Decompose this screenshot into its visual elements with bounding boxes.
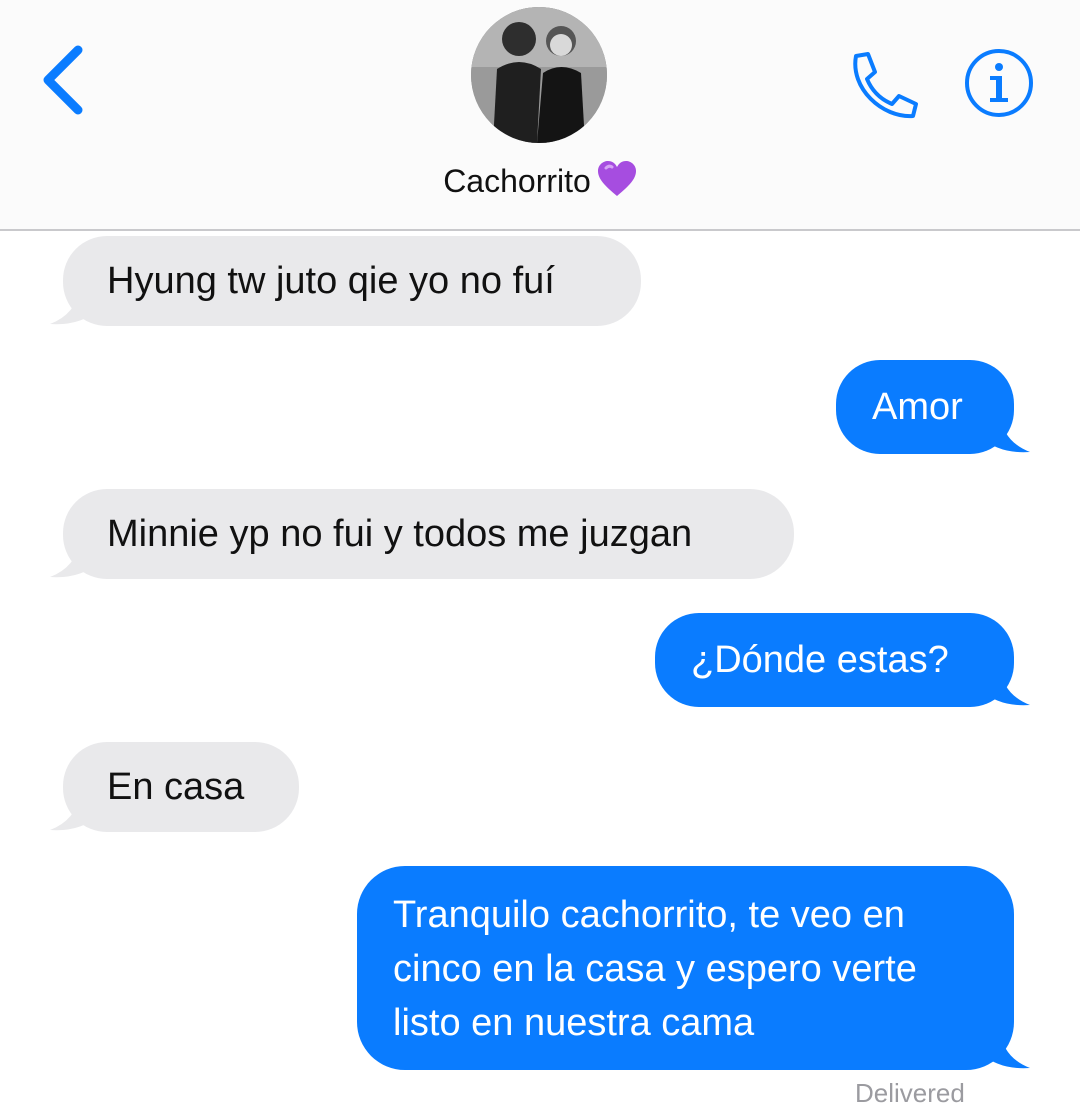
message-text: ¿Dónde estas? (691, 639, 949, 681)
contact-name: Cachorrito (443, 163, 591, 199)
conversation-header: Cachorrito (0, 0, 1080, 231)
message-text: En casa (107, 766, 245, 808)
message-bubble-sent[interactable]: ¿Dónde estas? (655, 613, 1014, 707)
chevron-left-icon (43, 45, 83, 115)
avatar-photo (471, 7, 607, 143)
info-icon (965, 49, 1033, 117)
message-text: Minnie yp no fui y todos me juzgan (107, 513, 693, 555)
message-bubble-sent[interactable]: Amor (836, 360, 1014, 454)
message-bubble-received[interactable]: En casa (63, 742, 299, 832)
message-text: Hyung tw juto qie yo no fuí (107, 260, 555, 302)
contact-name-row[interactable]: Cachorrito (0, 160, 1080, 206)
contact-avatar[interactable] (471, 7, 607, 143)
info-button[interactable] (963, 47, 1035, 119)
purple-heart-emoji (597, 160, 637, 206)
message-bubble-sent[interactable]: Tranquilo cachorrito, te veo en cinco en… (357, 866, 1014, 1070)
message-text: Amor (872, 386, 963, 428)
message-bubble-received[interactable]: Minnie yp no fui y todos me juzgan (63, 489, 794, 579)
message-bubble-received[interactable]: Hyung tw juto qie yo no fuí (63, 236, 641, 326)
call-button[interactable] (842, 48, 918, 120)
message-text: Tranquilo cachorrito, te veo en cinco en… (393, 894, 917, 1044)
delivered-status: Delivered (855, 1078, 965, 1108)
phone-icon (853, 52, 918, 119)
back-button[interactable] (38, 44, 90, 116)
